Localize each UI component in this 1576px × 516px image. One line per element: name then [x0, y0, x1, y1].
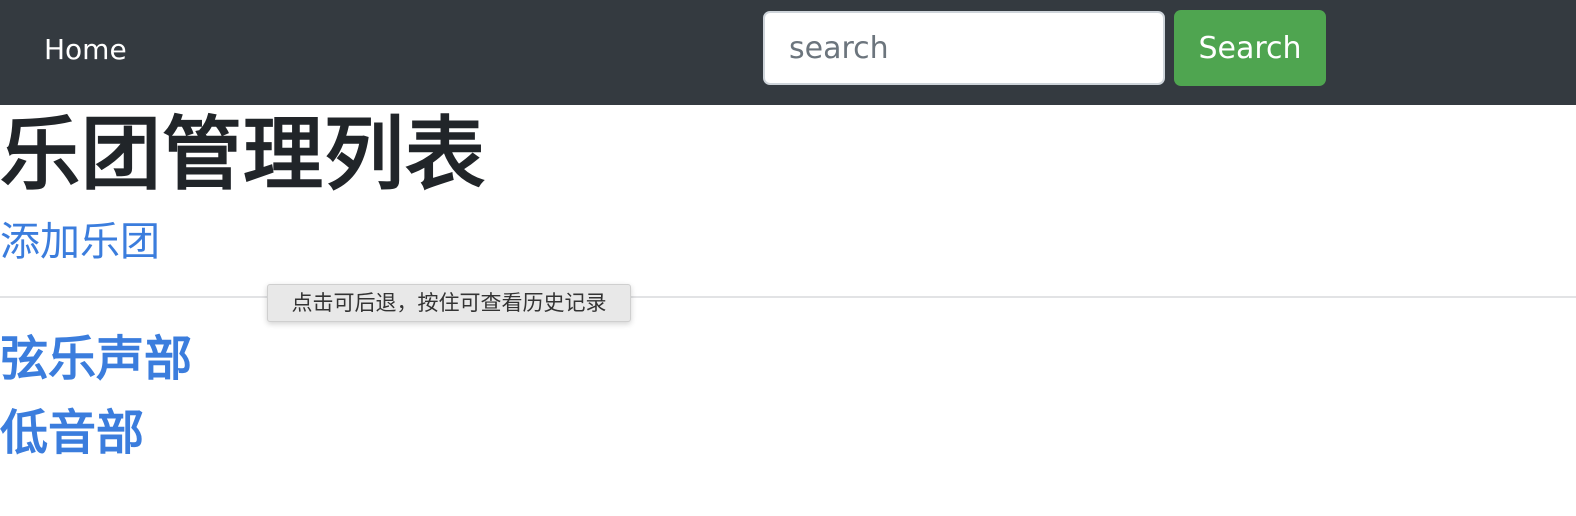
band-link[interactable]: 弦乐声部: [0, 331, 192, 387]
band-list: 弦乐声部 低音部: [0, 328, 192, 476]
divider: [0, 296, 1576, 298]
band-link[interactable]: 低音部: [0, 405, 144, 461]
add-band-link[interactable]: 添加乐团: [0, 218, 160, 266]
back-button-tooltip: 点击可后退，按住可查看历史记录: [267, 284, 631, 322]
list-item: 低音部: [0, 402, 192, 476]
page-title: 乐团管理列表: [0, 108, 486, 201]
top-navbar: Home Search: [0, 0, 1576, 105]
home-link[interactable]: Home: [44, 31, 127, 69]
search-button[interactable]: Search: [1174, 10, 1326, 86]
search-input[interactable]: [763, 11, 1165, 85]
list-item: 弦乐声部: [0, 328, 192, 402]
